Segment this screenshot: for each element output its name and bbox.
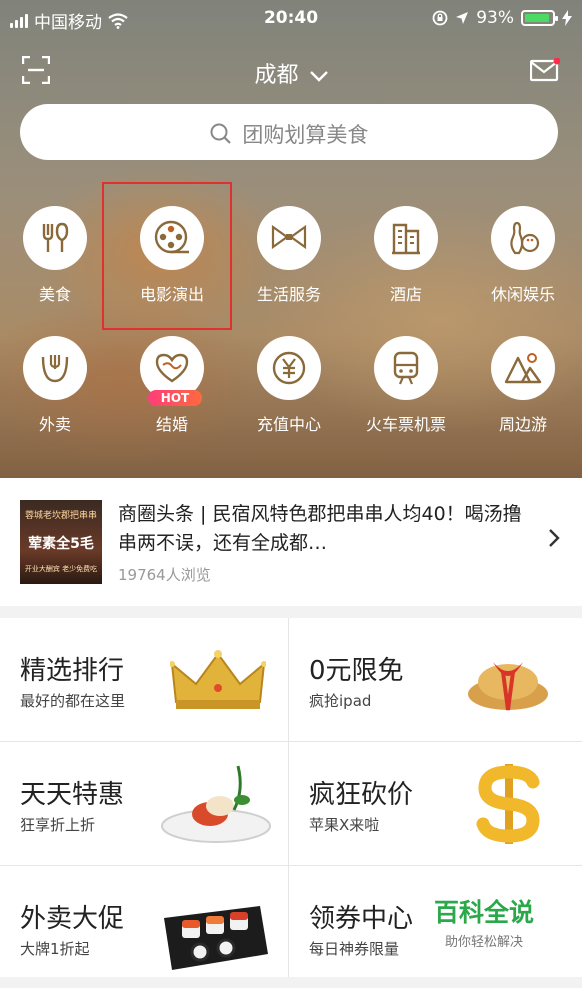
sushi-icon (164, 906, 268, 970)
mountain-icon (504, 353, 542, 384)
gift-icon (468, 662, 548, 711)
top-bar: 成都 (0, 48, 582, 92)
search-placeholder: 团购划算美食 (242, 123, 369, 147)
chevron-down-icon (309, 71, 328, 82)
chevron-right-icon (549, 529, 560, 547)
promo-bargain[interactable]: 疯狂砍价 苹果X来啦 (289, 742, 577, 864)
promo-subtitle: 苹果X来啦 (309, 816, 380, 834)
promo-subtitle: 大牌1折起 (20, 940, 90, 958)
watermark-logo: 百科全说 助你轻松解决 (433, 898, 534, 950)
dessert-plate-icon (161, 765, 271, 843)
headline-title: 商圈头条 | 民宿风特色郡把串串人均40！喝汤撸串两不误，还有全成都… (118, 503, 522, 554)
promo-daily-deals[interactable]: 天天特惠 狂享折上折 (0, 742, 288, 864)
promo-title: 领券中心 (309, 904, 414, 934)
headline-views: 19764人浏览 (118, 566, 211, 584)
promo-title: 天天特惠 (20, 780, 125, 810)
category-nearby-travel[interactable]: 周边游 (468, 336, 578, 435)
city-label: 成都 (254, 63, 299, 88)
battery-icon (521, 10, 558, 26)
mail-icon[interactable] (530, 58, 560, 82)
category-recharge[interactable]: 充值中心 (234, 336, 344, 435)
category-label: 生活服务 (256, 285, 321, 304)
headline-card[interactable]: 蓉城老坎郡把串串 荤素全5毛 开业大酬宾 老少免费吃 商圈头条 | 民宿风特色郡… (0, 478, 582, 606)
bow-tie-icon (271, 224, 307, 250)
utensils-icon (42, 222, 69, 252)
charging-bolt-icon (562, 10, 572, 26)
hot-badge: HOT (148, 390, 202, 406)
promo-title: 疯狂砍价 (309, 780, 414, 810)
status-bar: 中国移动 20:40 93% (0, 0, 582, 36)
search-bar[interactable]: 团购划算美食 (20, 104, 558, 160)
category-train-flight[interactable]: 火车票机票 (351, 336, 461, 435)
hotel-building-icon (392, 223, 420, 255)
promo-title: 0元限免 (309, 656, 404, 686)
location-arrow-icon (456, 12, 469, 24)
category-food[interactable]: 美食 (0, 206, 110, 305)
category-label: 结婚 (155, 415, 188, 434)
category-label: 美食 (38, 285, 71, 304)
promo-takeout[interactable]: 外卖大促 大牌1折起 (0, 866, 288, 988)
category-wedding[interactable]: HOT 结婚 (117, 336, 227, 435)
promo-ranking[interactable]: 精选排行 最好的都在这里 (0, 618, 288, 740)
promo-subtitle: 每日神券限量 (309, 940, 400, 958)
category-takeout[interactable]: 外卖 (0, 336, 110, 435)
crown-icon (170, 650, 266, 709)
promo-subtitle: 疯抢ipad (309, 692, 372, 710)
category-label: 火车票机票 (365, 415, 446, 434)
promo-subtitle: 最好的都在这里 (20, 692, 126, 710)
search-icon (210, 123, 231, 144)
promo-free[interactable]: 0元限免 疯抢ipad (289, 618, 577, 740)
category-label: 充值中心 (256, 415, 321, 434)
category-life-services[interactable]: 生活服务 (234, 206, 344, 305)
fork-bowl-icon (41, 355, 69, 383)
category-label: 周边游 (498, 415, 547, 434)
category-label: 外卖 (38, 415, 71, 434)
bowling-icon (510, 221, 540, 255)
category-label: 休闲娱乐 (490, 285, 555, 304)
promo-title: 精选排行 (20, 656, 125, 686)
category-label: 酒店 (389, 285, 422, 304)
headline-thumbnail: 蓉城老坎郡把串串 荤素全5毛 开业大酬宾 老少免费吃 (20, 500, 102, 584)
category-hotel[interactable]: 酒店 (351, 206, 461, 305)
highlight-box (102, 182, 232, 330)
yen-coin-icon (272, 351, 306, 385)
battery-percent: 93% (476, 8, 514, 28)
dollar-icon (476, 764, 540, 844)
promo-subtitle: 狂享折上折 (20, 816, 96, 834)
heart-icon (155, 353, 189, 383)
rotation-lock-icon (432, 10, 448, 26)
train-icon (393, 351, 419, 385)
category-leisure[interactable]: 休闲娱乐 (468, 206, 578, 305)
city-selector[interactable]: 成都 (0, 57, 582, 89)
promo-title: 外卖大促 (20, 904, 125, 934)
